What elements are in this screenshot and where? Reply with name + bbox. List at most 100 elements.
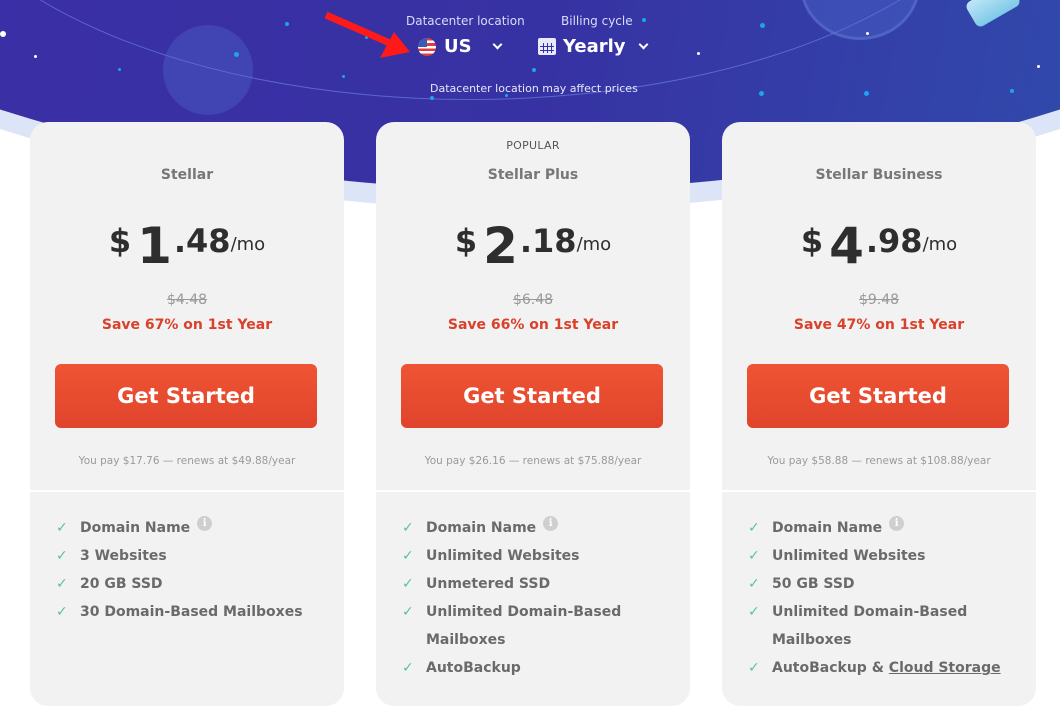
renewal-text: You pay $58.88 — renews at $108.88/year <box>767 455 991 467</box>
star-decoration <box>642 18 646 22</box>
billing-cycle-dropdown[interactable]: Yearly <box>538 36 648 57</box>
check-icon: ✓ <box>402 660 414 676</box>
planet-decoration <box>163 25 253 115</box>
price-currency: $ <box>454 222 478 260</box>
get-started-button[interactable]: Get Started <box>747 364 1009 428</box>
price-cents: .48 <box>173 222 231 260</box>
original-price: $4.48 <box>166 292 208 308</box>
savings-text: Save 47% on 1st Year <box>793 317 965 333</box>
check-icon: ✓ <box>402 604 414 620</box>
plan-name: Stellar <box>160 167 214 183</box>
feature-list: ✓ Domain Name i ✓ 3 Websites ✓ 20 GB SSD ✓ 30… <box>56 514 330 626</box>
original-price: $6.48 <box>512 292 554 308</box>
star-decoration <box>34 55 37 58</box>
info-icon[interactable]: i <box>197 516 213 531</box>
feature-item: ✓ AutoBackup <box>402 654 676 682</box>
chevron-down-icon <box>492 39 503 50</box>
check-icon: ✓ <box>748 604 760 620</box>
calendar-icon <box>538 38 556 55</box>
star-decoration <box>864 91 869 96</box>
price-period: /mo <box>230 234 266 255</box>
check-icon: ✓ <box>56 604 68 620</box>
plan-price: $ 4 .98 /mo <box>722 216 1036 276</box>
feature-text: 20 GB SSD <box>80 576 163 592</box>
check-icon: ✓ <box>56 576 68 592</box>
feature-item: ✓ Unlimited Domain-Based Mailboxes <box>402 598 632 654</box>
divider <box>30 490 344 492</box>
datacenter-location-value: US <box>444 36 472 57</box>
get-started-button[interactable]: Get Started <box>55 364 317 428</box>
check-icon: ✓ <box>748 576 760 592</box>
price-period: /mo <box>922 234 958 255</box>
feature-text: Domain Name <box>426 520 537 536</box>
price-cents: .98 <box>865 222 923 260</box>
feature-text: 30 Domain-Based Mailboxes <box>80 604 303 620</box>
feature-text: Unmetered SSD <box>426 576 551 592</box>
price-cents: .18 <box>519 222 577 260</box>
feature-item: ✓ 3 Websites <box>56 542 330 570</box>
info-icon[interactable]: i <box>543 516 559 531</box>
savings-text: Save 66% on 1st Year <box>447 317 619 333</box>
popular-badge: POPULAR <box>506 139 560 152</box>
info-icon[interactable]: i <box>889 516 905 531</box>
star-decoration <box>1010 89 1014 93</box>
feature-item: ✓ AutoBackup & Cloud Storage <box>748 654 1022 682</box>
billing-cycle-label: Billing cycle <box>561 14 633 28</box>
feature-item: ✓ 50 GB SSD <box>748 570 1022 598</box>
price-whole: 1 <box>137 217 172 275</box>
price-whole: 4 <box>829 217 864 275</box>
feature-text: Unlimited Domain-Based Mailboxes <box>426 604 622 648</box>
star-decoration <box>760 23 765 28</box>
renewal-text: You pay $26.16 — renews at $75.88/year <box>424 455 642 467</box>
check-icon: ✓ <box>748 660 760 676</box>
feature-text: AutoBackup <box>426 660 521 676</box>
feature-item: ✓ Domain Name i <box>402 514 676 542</box>
savings-text: Save 67% on 1st Year <box>101 317 273 333</box>
feature-item: ✓ Domain Name i <box>748 514 1022 542</box>
feature-item: ✓ Unlimited Domain-Based Mailboxes <box>748 598 978 654</box>
billing-cycle-value: Yearly <box>563 36 626 57</box>
star-decoration <box>342 75 345 78</box>
check-icon: ✓ <box>402 576 414 592</box>
plan-card-stellar-business: Stellar Business $ 4 .98 /mo $9.48 Save … <box>722 122 1036 706</box>
feature-item: ✓ 20 GB SSD <box>56 570 330 598</box>
star-decoration <box>759 91 764 96</box>
star-decoration <box>234 52 239 57</box>
feature-text: Unlimited Websites <box>426 548 580 564</box>
price-whole: 2 <box>483 217 518 275</box>
feature-text: 3 Websites <box>80 548 167 564</box>
feature-text-part: AutoBackup & <box>772 660 889 676</box>
star-decoration <box>697 52 700 55</box>
plan-card-stellar-plus: POPULAR Stellar Plus $ 2 .18 /mo $6.48 S… <box>376 122 690 706</box>
star-decoration <box>0 31 6 37</box>
plan-name: Stellar Plus <box>487 167 579 183</box>
divider <box>722 490 1036 492</box>
feature-item: ✓ Unlimited Websites <box>402 542 676 570</box>
check-icon: ✓ <box>56 520 68 536</box>
feature-item: ✓ Unmetered SSD <box>402 570 676 598</box>
check-icon: ✓ <box>402 548 414 564</box>
datacenter-price-note: Datacenter location may affect prices <box>430 82 638 95</box>
plan-price: $ 2 .18 /mo <box>376 216 690 276</box>
divider <box>376 490 690 492</box>
star-decoration <box>118 68 121 71</box>
star-decoration <box>532 68 536 72</box>
star-decoration <box>1037 65 1040 68</box>
feature-text: Domain Name <box>772 520 883 536</box>
datacenter-location-dropdown[interactable]: US <box>418 36 503 57</box>
plan-card-stellar: Stellar $ 1 .48 /mo $4.48 Save 67% on 1s… <box>30 122 344 706</box>
chevron-down-icon <box>638 39 648 50</box>
feature-item: ✓ 30 Domain-Based Mailboxes <box>56 598 330 626</box>
price-period: /mo <box>576 234 612 255</box>
feature-text: 50 GB SSD <box>772 576 855 592</box>
us-flag-icon <box>418 37 436 56</box>
datacenter-location-label: Datacenter location <box>406 14 525 28</box>
feature-text: Unlimited Domain-Based Mailboxes <box>772 604 968 648</box>
check-icon: ✓ <box>748 520 760 536</box>
get-started-button[interactable]: Get Started <box>401 364 663 428</box>
check-icon: ✓ <box>402 520 414 536</box>
feature-item: ✓ Unlimited Websites <box>748 542 1022 570</box>
cloud-storage-link[interactable]: Cloud Storage <box>889 660 1001 676</box>
plan-price: $ 1 .48 /mo <box>30 216 344 276</box>
star-decoration <box>285 22 289 26</box>
